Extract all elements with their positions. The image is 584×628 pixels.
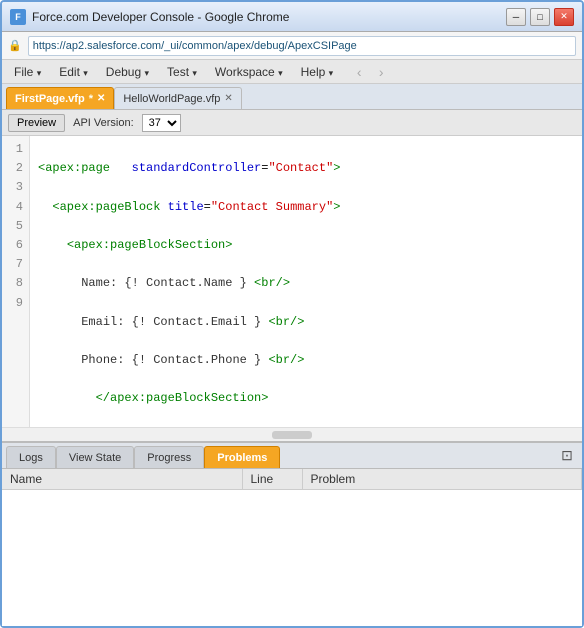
app-icon: F (10, 9, 26, 25)
panel-expand-button[interactable]: ⊡ (556, 445, 578, 467)
close-button[interactable]: ✕ (554, 8, 574, 26)
menu-debug[interactable]: Debug ▾ (98, 63, 157, 81)
window-controls: ─ □ ✕ (506, 8, 574, 26)
empty-panel-area (2, 490, 582, 626)
bottom-panel: Logs View State Progress Problems ⊡ Name… (2, 441, 582, 626)
col-line: Line (242, 469, 302, 490)
minimize-button[interactable]: ─ (506, 8, 526, 26)
menu-file[interactable]: File ▾ (6, 63, 49, 81)
menu-bar: File ▾ Edit ▾ Debug ▾ Test ▾ Workspace ▾… (2, 60, 582, 84)
panel-tab-progress[interactable]: Progress (134, 446, 204, 468)
nav-back-button[interactable]: ‹ (349, 63, 369, 81)
api-version-label: API Version: (73, 117, 134, 129)
api-version-select[interactable]: 37 (142, 114, 181, 132)
window-title: Force.com Developer Console - Google Chr… (32, 10, 506, 24)
panel-tab-logs[interactable]: Logs (6, 446, 56, 468)
col-problem: Problem (302, 469, 582, 490)
code-content[interactable]: 1 2 3 4 5 6 7 8 9 <apex:page standardCon… (2, 136, 582, 427)
lock-icon: 🔒 (8, 39, 22, 52)
editor-tabs: FirstPage.vfp * ✕ HelloWorldPage.vfp ✕ (2, 84, 582, 110)
title-bar: F Force.com Developer Console - Google C… (2, 2, 582, 32)
line-numbers: 1 2 3 4 5 6 7 8 9 (2, 136, 30, 427)
tab-firstpage[interactable]: FirstPage.vfp * ✕ (6, 87, 114, 109)
preview-button[interactable]: Preview (8, 114, 65, 132)
menu-edit[interactable]: Edit ▾ (51, 63, 96, 81)
tab-helloworldpage[interactable]: HelloWorldPage.vfp ✕ (114, 87, 241, 109)
address-bar: 🔒 (2, 32, 582, 60)
editor-toolbar: Preview API Version: 37 (2, 110, 582, 136)
maximize-button[interactable]: □ (530, 8, 550, 26)
col-name: Name (2, 469, 242, 490)
menu-test[interactable]: Test ▾ (159, 63, 205, 81)
code-text[interactable]: <apex:page standardController="Contact">… (30, 136, 582, 427)
code-editor: 1 2 3 4 5 6 7 8 9 <apex:page standardCon… (2, 136, 582, 441)
url-input[interactable] (28, 36, 576, 56)
panel-tabs: Logs View State Progress Problems ⊡ (2, 443, 582, 469)
panel-content: Name Line Problem (2, 469, 582, 626)
panel-tab-viewstate[interactable]: View State (56, 446, 134, 468)
menu-help[interactable]: Help ▾ (293, 63, 342, 81)
horizontal-scrollbar[interactable] (2, 427, 582, 441)
problems-table: Name Line Problem (2, 469, 582, 490)
nav-forward-button[interactable]: › (371, 63, 391, 81)
tab-close-helloworldpage[interactable]: ✕ (224, 93, 232, 104)
app-window: F Force.com Developer Console - Google C… (0, 0, 584, 628)
panel-tab-problems[interactable]: Problems (204, 446, 280, 468)
menu-workspace[interactable]: Workspace ▾ (207, 63, 291, 81)
tab-close-firstpage[interactable]: ✕ (97, 93, 105, 104)
app-icon-letter: F (15, 12, 21, 22)
